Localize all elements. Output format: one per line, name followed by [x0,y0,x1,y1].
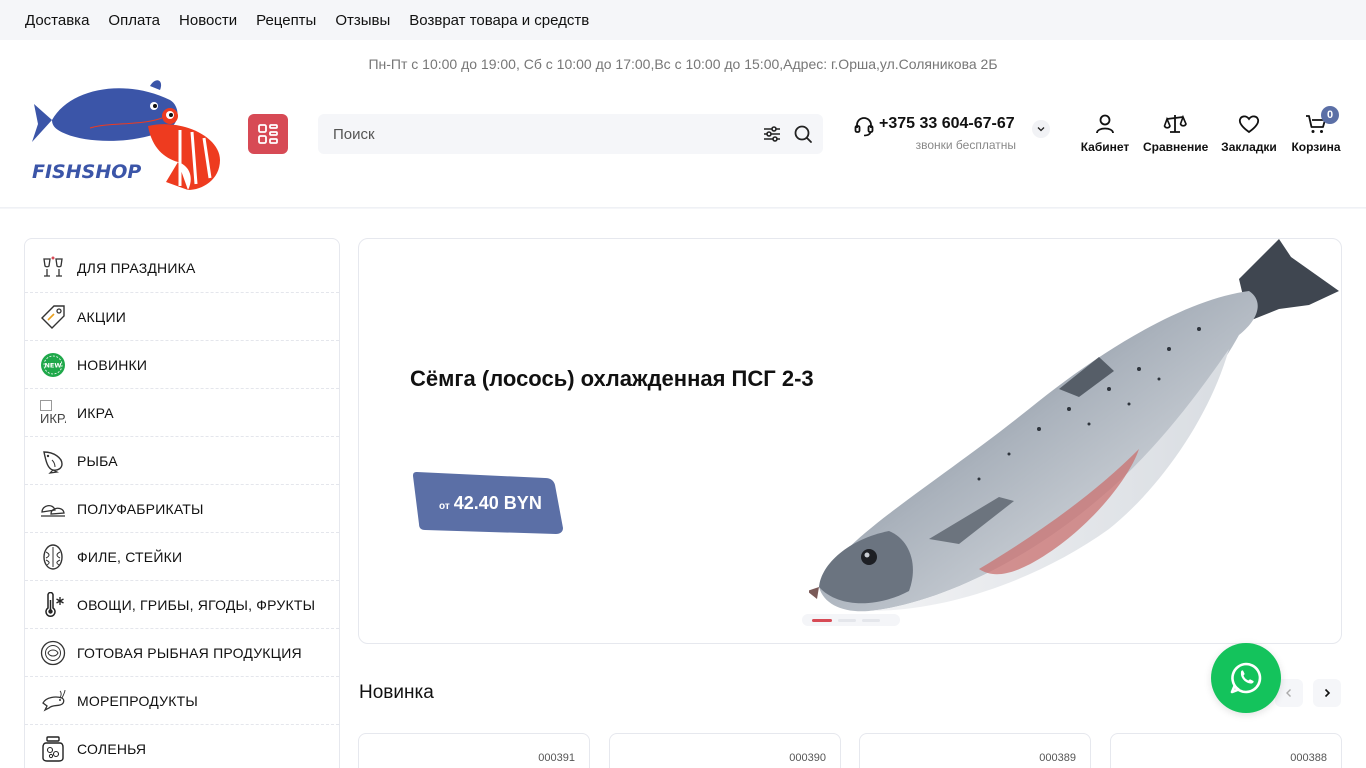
broken-image-alt: ИКРА [40,410,66,426]
chevron-left-icon [1286,689,1291,697]
nav-link-reviews[interactable]: Отзывы [335,12,390,29]
sidebar-item-ready-fish[interactable]: ГОТОВАЯ РЫБНАЯ ПРОДУКЦИЯ [25,629,339,677]
plate-icon [40,640,66,666]
cabinet-link[interactable]: Кабинет [1080,112,1130,154]
sidebar-item-label: ФИЛЕ, СТЕЙКИ [77,548,183,565]
sidebar-item-new[interactable]: NEW НОВИНКИ [25,341,339,389]
sidebar-item-holiday[interactable]: ДЛЯ ПРАЗДНИКА [25,239,339,293]
phone-note: звонки бесплатны [915,138,1016,152]
slider-dots [802,614,900,626]
carousel-next-button[interactable] [1313,679,1341,707]
salmon-image [809,239,1339,612]
sidebar-item-fillets[interactable]: ФИЛЕ, СТЕЙКИ [25,533,339,581]
product-card[interactable]: 000391 [358,733,590,768]
slider-dot-1[interactable] [812,618,832,622]
sidebar-item-label: ДЛЯ ПРАЗДНИКА [77,259,196,276]
search-icon[interactable] [793,124,813,144]
sidebar-item-label: МОРЕПРОДУКТЫ [77,692,198,709]
sidebar-item-label: НОВИНКИ [77,356,148,373]
phone-number[interactable]: +375 33 604-67-67 [879,115,1015,133]
scales-icon [1163,114,1187,133]
top-navigation: Доставка Оплата Новости Рецепты Отзывы В… [0,0,1366,40]
sidebar-item-label: СОЛЕНЬЯ [77,740,147,757]
sidebar-item-label: РЫБА [77,452,118,469]
broken-image-icon: ИКРА [40,399,66,426]
tag-icon [40,304,66,330]
fishshop-logo[interactable]: FISHSHOP [30,78,225,196]
heart-icon [1238,115,1260,134]
promo-banner[interactable]: Сёмга (лосось) охлажденная ПСГ 2-3 от 42.… [358,238,1342,644]
sidebar-item-caviar[interactable]: ИКРА ИКРА [25,389,339,437]
header-divider [0,207,1366,209]
new-section-title: Новинка [359,682,434,703]
product-card[interactable]: 000389 [859,733,1091,768]
whatsapp-chat-button[interactable] [1211,643,1281,713]
sidebar-item-fish[interactable]: РЫБА [25,437,339,485]
catalog-button[interactable] [248,114,288,154]
sidebar-item-seafood[interactable]: МОРЕПРОДУКТЫ [25,677,339,725]
category-sidebar: ДЛЯ ПРАЗДНИКА АКЦИИ NEW НОВИНКИ ИКРА ИКР… [24,238,340,768]
cart-label: Корзина [1291,140,1341,154]
product-sku: 000389 [1039,752,1076,764]
nav-link-recipes[interactable]: Рецепты [256,12,316,29]
dumplings-icon [40,496,66,522]
product-sku: 000388 [1290,752,1327,764]
headset-icon [854,117,874,137]
slider-dot-2[interactable] [838,618,856,622]
sidebar-item-label: АКЦИИ [77,308,126,325]
sidebar-item-label: ПОЛУФАБРИКАТЫ [77,500,204,517]
jar-icon [40,735,66,762]
product-sku: 000391 [538,752,575,764]
grid-icon [258,124,278,144]
price-prefix: от [439,501,450,512]
cart-count-badge: 0 [1321,106,1339,124]
price-value: 42.40 BYN [453,493,542,513]
slider-dot-3[interactable] [862,618,880,622]
whatsapp-icon [1230,662,1262,694]
nav-link-payment[interactable]: Оплата [108,12,160,29]
sidebar-item-label: ИКРА [77,404,114,421]
compare-label: Сравнение [1143,140,1209,154]
sidebar-item-label: ГОТОВАЯ РЫБНАЯ ПРОДУКЦИЯ [77,644,302,661]
nav-link-returns[interactable]: Возврат товара и средств [409,12,589,29]
bookmarks-label: Закладки [1221,140,1277,154]
chevron-right-icon [1324,688,1331,698]
wine-glasses-icon [40,255,66,281]
cabinet-label: Кабинет [1080,140,1130,154]
banner-title: Сёмга (лосось) охлажденная ПСГ 2-3 [410,366,814,391]
new-badge-icon: NEW [40,352,66,378]
thermometer-snow-icon [40,591,66,618]
store-hours: Пн-Пт с 10:00 до 19:00, Сб с 10:00 до 17… [368,56,998,72]
fish-steak-icon [40,543,66,570]
product-card[interactable]: 000390 [609,733,841,768]
product-card[interactable]: 000388 [1110,733,1342,768]
compare-link[interactable]: Сравнение [1143,112,1209,154]
phone-dropdown-button[interactable] [1032,120,1050,138]
svg-text:NEW: NEW [44,361,61,369]
sidebar-item-pickles[interactable]: СОЛЕНЬЯ [25,725,339,768]
search-input[interactable] [318,114,748,154]
nav-link-delivery[interactable]: Доставка [25,12,89,29]
product-sku: 000390 [789,752,826,764]
bookmarks-link[interactable]: Закладки [1220,112,1278,154]
filter-sliders-icon[interactable] [762,124,782,144]
sidebar-item-vegetables[interactable]: ОВОЩИ, ГРИБЫ, ЯГОДЫ, ФРУКТЫ [25,581,339,629]
shrimp-icon [40,688,66,714]
user-icon [1096,114,1114,134]
sidebar-item-sales[interactable]: АКЦИИ [25,293,339,341]
sidebar-item-label: ОВОЩИ, ГРИБЫ, ЯГОДЫ, ФРУКТЫ [77,596,316,613]
search-bar [318,114,823,154]
fish-icon [40,448,66,474]
nav-link-news[interactable]: Новости [179,12,237,29]
logo-text: FISHSHOP [32,161,141,183]
banner-price[interactable]: от 42.40 BYN [439,493,542,514]
chevron-down-icon [1037,127,1045,132]
sidebar-item-semi-finished[interactable]: ПОЛУФАБРИКАТЫ [25,485,339,533]
